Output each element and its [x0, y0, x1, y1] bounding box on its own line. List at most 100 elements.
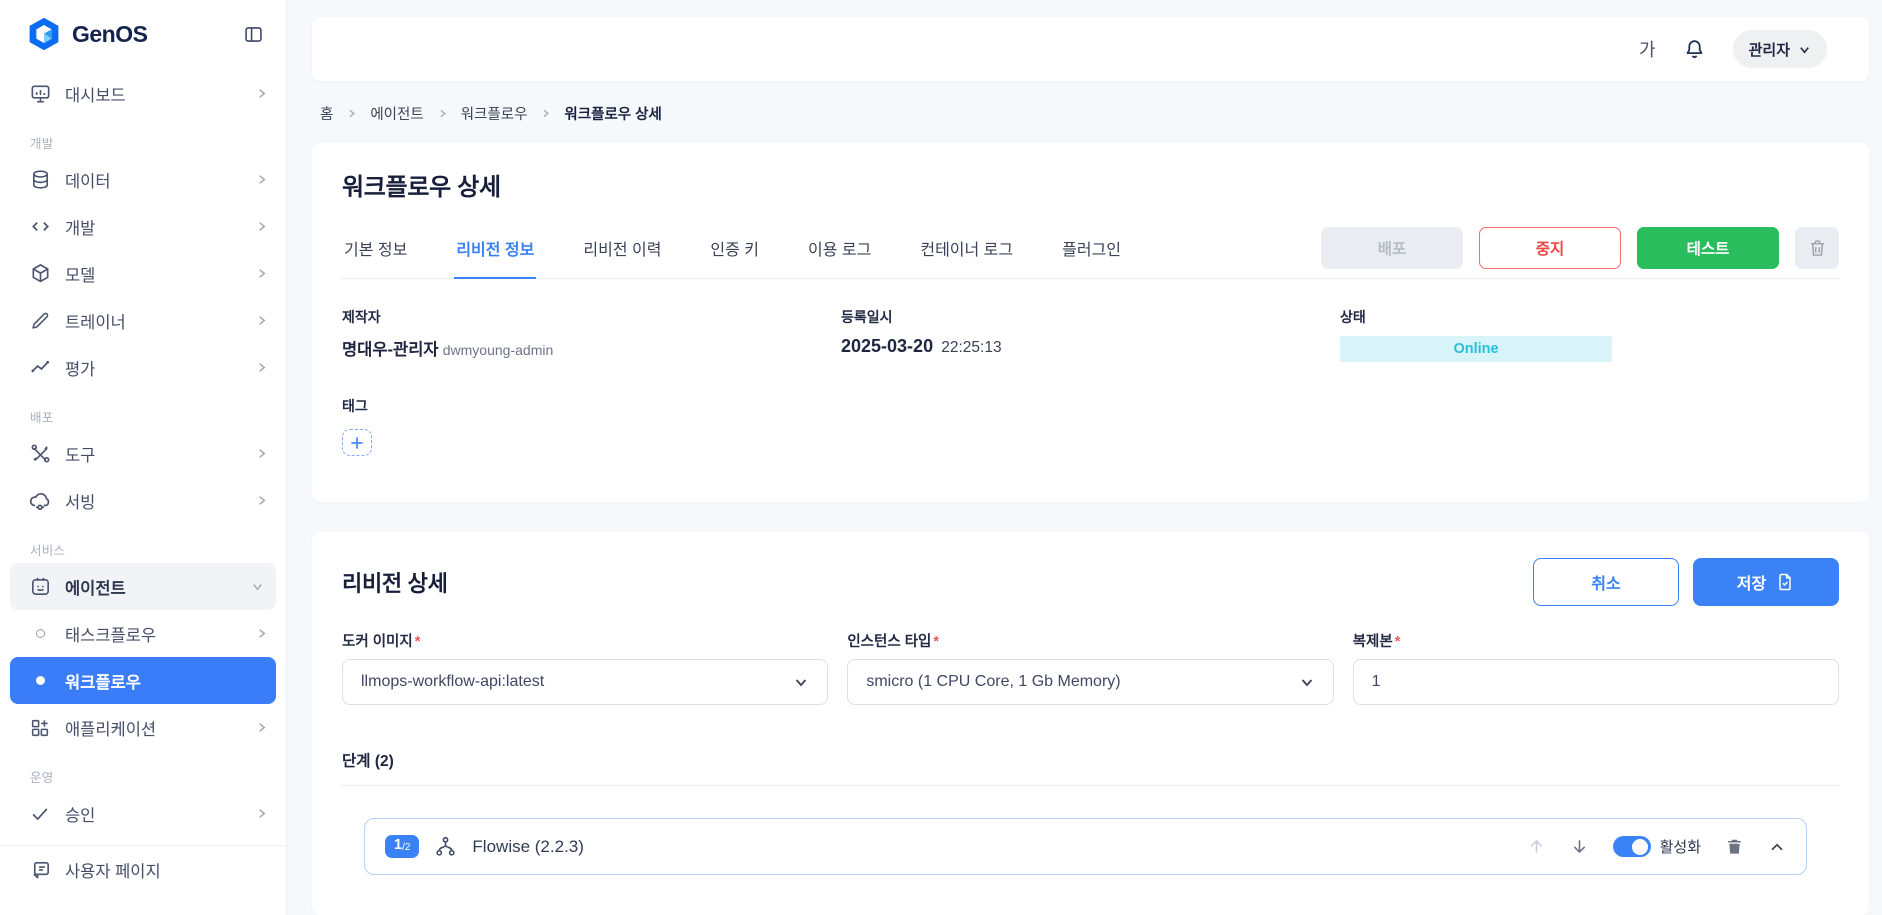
tab-auth-key[interactable]: 인증 키 — [708, 222, 761, 279]
sidebar-item-agent[interactable]: 에이전트 — [10, 563, 276, 610]
chevron-right-icon — [255, 361, 268, 374]
step-card: 1/2 Flowise (2.2.3) 활성화 — [364, 818, 1807, 875]
tab-plugin[interactable]: 플러그인 — [1060, 222, 1123, 279]
sidebar-item-label: 데이터 — [65, 168, 111, 192]
user-menu-button[interactable]: 관리자 — [1733, 30, 1827, 68]
sidebar-item-user-page[interactable]: 사용자 페이지 — [0, 846, 286, 893]
step-index-badge: 1/2 — [385, 835, 419, 858]
registered-date: 2025-03-20 — [841, 336, 933, 356]
circle-outline-icon — [28, 622, 52, 646]
sidebar-item-label: 태스크플로우 — [65, 622, 156, 646]
status-badge: Online — [1340, 336, 1612, 362]
replicas-field: 복제본* — [1353, 630, 1839, 705]
registered-time: 22:25:13 — [941, 339, 1001, 356]
sidebar-item-label: 대시보드 — [65, 82, 126, 106]
tab-revision-info[interactable]: 리비전 정보 — [454, 222, 536, 279]
add-tag-button[interactable] — [342, 429, 372, 456]
creator-name: 명대우-관리자 — [342, 341, 439, 359]
breadcrumb-workflow[interactable]: 워크플로우 — [461, 103, 528, 124]
creator-block: 제작자 명대우-관리자 dwmyoung-admin — [342, 307, 841, 362]
arrow-down-icon — [1570, 837, 1589, 856]
tabs-row: 기본 정보 리비전 정보 리비전 이력 인증 키 이용 로그 컨테이너 로그 플… — [342, 222, 1839, 279]
docker-image-field: 도커 이미지* llmops-workflow-api:latest — [342, 630, 828, 705]
collapse-step-button[interactable] — [1768, 838, 1786, 856]
instance-type-select[interactable]: smicro (1 CPU Core, 1 Gb Memory) — [847, 659, 1333, 705]
tab-usage-log[interactable]: 이용 로그 — [806, 222, 873, 279]
test-button[interactable]: 테스트 — [1637, 227, 1779, 269]
chevron-up-icon — [1768, 838, 1786, 856]
sidebar-item-model[interactable]: 모델 — [0, 250, 286, 297]
trash-icon — [1725, 837, 1744, 856]
breadcrumb: 홈 에이전트 워크플로우 워크플로우 상세 — [320, 102, 1869, 124]
step-name: Flowise (2.2.3) — [472, 837, 583, 857]
brand-logo: GenOS — [26, 16, 147, 52]
font-size-button[interactable]: 가 — [1639, 36, 1656, 62]
topbar: 가 관리자 — [312, 17, 1869, 81]
step-controls: 활성화 — [1527, 836, 1786, 857]
chevron-right-icon — [540, 108, 551, 119]
save-button[interactable]: 저장 — [1693, 558, 1839, 606]
sidebar-item-data[interactable]: 데이터 — [0, 156, 286, 203]
tab-basic-info[interactable]: 기본 정보 — [342, 222, 409, 279]
chevron-down-icon — [251, 580, 264, 593]
sidebar-collapse-button[interactable] — [243, 24, 264, 45]
move-down-button[interactable] — [1570, 837, 1589, 856]
replicas-input[interactable] — [1353, 659, 1839, 705]
sidebar-item-dashboard[interactable]: 대시보드 — [0, 70, 286, 117]
chevron-right-icon — [255, 447, 268, 460]
brand-name: GenOS — [72, 21, 147, 48]
sidebar-item-label: 사용자 페이지 — [65, 858, 161, 882]
chevron-right-icon — [346, 108, 357, 119]
sidebar-item-label: 트레이너 — [65, 309, 126, 333]
deploy-button[interactable]: 배포 — [1321, 227, 1463, 269]
sidebar-item-label: 개발 — [65, 215, 95, 239]
pencil-icon — [28, 309, 52, 333]
sidebar-item-approval[interactable]: 승인 — [0, 790, 286, 837]
docker-image-label: 도커 이미지* — [342, 634, 420, 650]
page-title: 워크플로우 상세 — [342, 167, 1839, 202]
sidebar-item-label: 도구 — [65, 442, 95, 466]
cube-icon — [28, 262, 52, 286]
chevron-right-icon — [255, 173, 268, 186]
chevron-right-icon — [255, 721, 268, 734]
chevron-right-icon — [437, 108, 448, 119]
sidebar-item-application[interactable]: 애플리케이션 — [0, 704, 286, 751]
chevron-right-icon — [255, 220, 268, 233]
workflow-detail-card: 워크플로우 상세 기본 정보 리비전 정보 리비전 이력 인증 키 이용 로그 … — [312, 143, 1869, 502]
sidebar-item-label: 에이전트 — [65, 575, 126, 599]
tab-revision-history[interactable]: 리비전 이력 — [581, 222, 663, 279]
sidebar-item-workflow[interactable]: 워크플로우 — [10, 657, 276, 704]
chevron-right-icon — [255, 494, 268, 507]
docker-image-value: llmops-workflow-api:latest — [361, 673, 544, 691]
sidebar-item-develop[interactable]: 개발 — [0, 203, 286, 250]
breadcrumb-current: 워크플로우 상세 — [564, 103, 661, 124]
sidebar: GenOS 대시보드 개발 데이터 — [0, 0, 287, 915]
sidebar-item-taskflow[interactable]: 태스크플로우 — [0, 610, 286, 657]
sidebar-item-evaluation[interactable]: 평가 — [0, 344, 286, 391]
breadcrumb-home[interactable]: 홈 — [320, 103, 333, 124]
step-index: 1 — [394, 838, 402, 853]
chevron-right-icon — [255, 627, 268, 640]
genos-logo-icon — [26, 16, 62, 52]
sidebar-item-trainer[interactable]: 트레이너 — [0, 297, 286, 344]
steps-title: 단계 (2) — [342, 749, 1839, 786]
sidebar-section-deploy: 배포 — [0, 407, 286, 426]
header-actions: 배포 중지 테스트 — [1321, 227, 1839, 269]
move-up-button[interactable] — [1527, 837, 1546, 856]
enable-toggle[interactable] — [1613, 836, 1651, 857]
docker-image-select[interactable]: llmops-workflow-api:latest — [342, 659, 828, 705]
step-delete-button[interactable] — [1725, 837, 1744, 856]
cancel-button[interactable]: 취소 — [1533, 558, 1679, 606]
chevron-down-icon — [1299, 674, 1315, 690]
stop-button[interactable]: 중지 — [1479, 227, 1621, 269]
sidebar-item-tools[interactable]: 도구 — [0, 430, 286, 477]
sidebar-item-serving[interactable]: 서빙 — [0, 477, 286, 524]
notifications-button[interactable] — [1682, 37, 1707, 62]
delete-button[interactable] — [1795, 227, 1839, 269]
tab-container-log[interactable]: 컨테이너 로그 — [918, 222, 1015, 279]
dashboard-icon — [28, 82, 52, 106]
cloud-serving-icon — [28, 489, 52, 513]
breadcrumb-agent[interactable]: 에이전트 — [370, 103, 423, 124]
tags-label: 태그 — [342, 396, 1839, 416]
sidebar-item-label: 평가 — [65, 356, 95, 380]
